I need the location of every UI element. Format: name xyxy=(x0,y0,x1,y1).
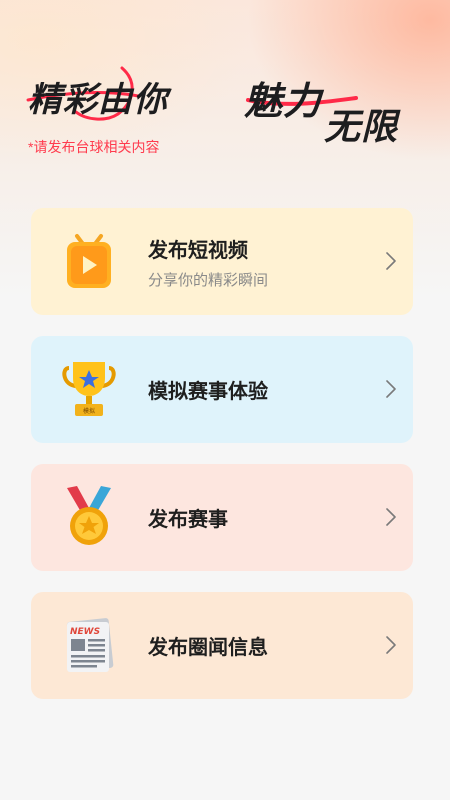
card-subtitle: 分享你的精彩瞬间 xyxy=(148,270,269,289)
card-title: 发布圈闻信息 xyxy=(148,635,268,659)
chevron-right-icon xyxy=(386,252,396,270)
slogan-left: 精彩由你 xyxy=(28,80,168,120)
card-title: 发布赛事 xyxy=(148,507,228,531)
trophy-icon: 模拟 xyxy=(62,362,116,416)
chevron-right-icon xyxy=(386,380,396,398)
news-icon: NEWS xyxy=(66,618,114,672)
publish-news-card[interactable]: NEWS 发布圈闻信息 xyxy=(31,592,413,699)
mock-match-card[interactable]: 模拟 模拟赛事体验 xyxy=(31,336,413,443)
chevron-right-icon xyxy=(386,508,396,526)
publish-hint: *请发布台球相关内容 xyxy=(28,139,160,155)
chevron-right-icon xyxy=(386,636,396,654)
trophy-plate-label: 模拟 xyxy=(83,407,95,415)
card-title: 模拟赛事体验 xyxy=(148,379,268,403)
slogan-right-b: 无限 xyxy=(324,107,399,148)
medal-icon xyxy=(67,486,111,545)
publish-match-card[interactable]: 发布赛事 xyxy=(31,464,413,571)
hero-banner: 精彩由你 魅力 无限 *请发布台球相关内容 xyxy=(0,0,450,190)
news-label: NEWS xyxy=(70,627,100,637)
publish-video-card[interactable]: 发布短视频 分享你的精彩瞬间 xyxy=(31,208,413,315)
card-title: 发布短视频 xyxy=(148,237,248,262)
slogan-right-a: 魅力 xyxy=(244,79,323,123)
video-play-icon xyxy=(67,234,111,288)
